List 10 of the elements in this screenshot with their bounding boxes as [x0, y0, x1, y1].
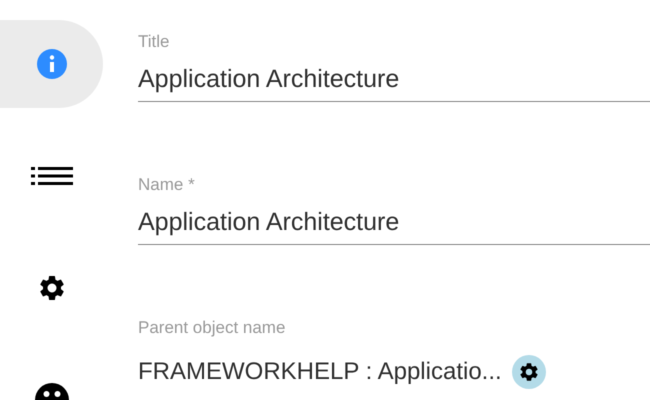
info-icon [36, 49, 66, 79]
field-label: Parent object name [138, 317, 286, 339]
list-icon [30, 165, 72, 187]
parent-object-value: FRAMEWORKHELP : Applicatio... [138, 357, 502, 387]
input-field[interactable]: Application Architecture [138, 205, 650, 245]
input-field[interactable]: Application Architecture [138, 62, 650, 102]
settings-button[interactable] [512, 355, 546, 389]
field-label: Name * [138, 174, 196, 196]
gear-icon [518, 361, 540, 383]
field-label: Title [138, 31, 170, 53]
